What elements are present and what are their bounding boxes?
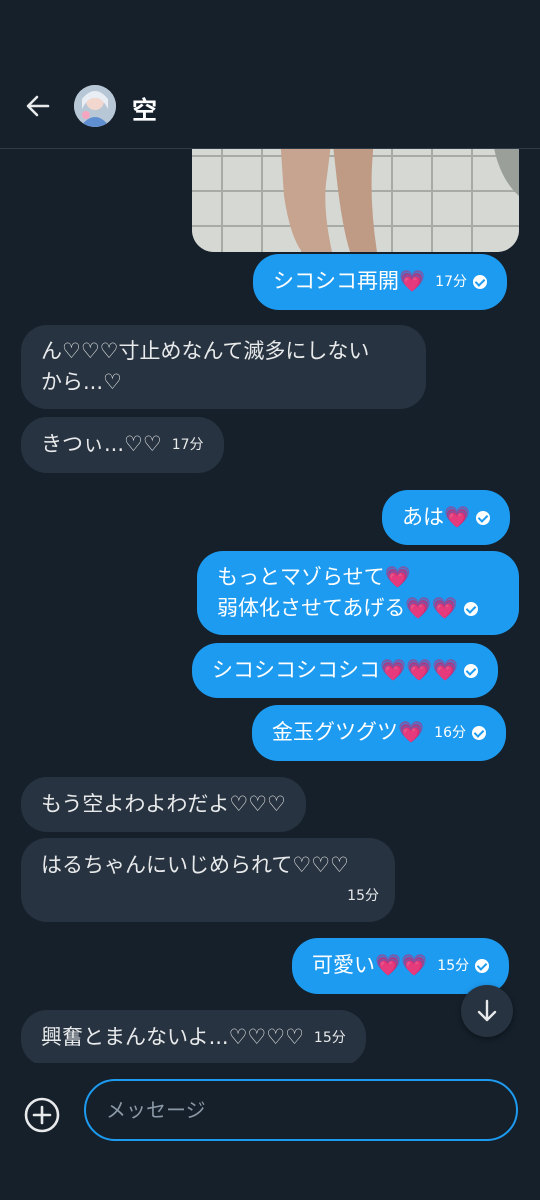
read-check-icon — [471, 726, 486, 740]
message-list[interactable]: シコシコ再開💗 17分 ん♡♡♡寸止めなんて滅多にしない から...♡ きつぃ..… — [0, 148, 540, 1063]
message-image[interactable] — [192, 148, 519, 252]
message-bubble[interactable]: あは💗 — [382, 490, 511, 545]
read-check-icon — [472, 275, 487, 289]
message-text: から...♡ — [41, 370, 122, 394]
scroll-to-bottom-button[interactable] — [461, 985, 513, 1037]
message-time: 17分 — [171, 436, 204, 453]
message-time: 15分 — [313, 1029, 346, 1046]
heart-emoji: 💗 — [399, 269, 426, 293]
message-text: シコシコシコシコ — [212, 658, 380, 682]
message-time: 17分 — [435, 273, 467, 290]
message-text: 興奮とまんないよ...♡♡♡♡ — [41, 1025, 304, 1049]
message-time: 15分 — [437, 957, 470, 974]
read-check-icon — [464, 664, 479, 678]
heart-emoji: 💗 — [444, 505, 471, 529]
message-text: あは — [402, 505, 444, 529]
message-text: 金玉グツグツ — [272, 720, 398, 744]
message-text: きつぃ...♡♡ — [41, 432, 162, 456]
photo-content — [192, 148, 519, 252]
arrow-left-icon — [26, 95, 50, 117]
message-bubble[interactable]: もっとマゾらせて💗 弱体化させてあげる💗💗 — [197, 551, 519, 635]
heart-emoji: 💗 — [384, 565, 411, 589]
message-text: もっとマゾらせて — [217, 565, 385, 589]
message-text: 可愛い — [312, 953, 375, 977]
message-time: 16分 — [434, 724, 466, 741]
message-bubble[interactable]: 興奮とまんないよ...♡♡♡♡ 15分 — [21, 1010, 366, 1063]
message-bubble[interactable]: シコシコシコシコ💗💗💗 — [192, 643, 499, 698]
read-check-icon — [475, 959, 490, 973]
message-bubble[interactable]: もう空よわよわだよ♡♡♡ — [21, 777, 306, 832]
message-bubble[interactable]: 可愛い💗💗 15分 — [292, 938, 510, 994]
read-check-icon — [476, 511, 491, 525]
conversation-title[interactable]: 空 — [132, 91, 157, 127]
message-bubble[interactable]: ん♡♡♡寸止めなんて滅多にしない から...♡ — [21, 325, 426, 409]
avatar[interactable] — [74, 85, 116, 127]
message-bubble[interactable]: はるちゃんにいじめられて♡♡♡ 15分 — [21, 838, 395, 922]
chat-header: 空 — [0, 0, 540, 149]
message-bubble[interactable]: きつぃ...♡♡ 17分 — [21, 417, 224, 473]
read-check-icon — [463, 602, 478, 616]
add-media-button[interactable] — [24, 1097, 60, 1133]
back-button[interactable] — [22, 90, 54, 122]
arrow-down-icon — [477, 999, 497, 1022]
avatar-image — [74, 85, 116, 127]
heart-emoji: 💗💗 — [375, 953, 428, 977]
heart-emoji: 💗💗 — [405, 596, 458, 620]
heart-emoji: 💗 — [398, 720, 425, 744]
message-bubble[interactable]: 金玉グツグツ💗 16分 — [252, 705, 506, 761]
message-composer — [0, 1063, 540, 1200]
message-text: ん♡♡♡寸止めなんて滅多にしない — [41, 339, 370, 363]
message-text: シコシコ再開 — [273, 269, 399, 293]
message-bubble[interactable]: シコシコ再開💗 17分 — [253, 254, 507, 310]
message-time: 15分 — [347, 888, 379, 904]
message-text: はるちゃんにいじめられて♡♡♡ — [41, 853, 349, 877]
message-input[interactable] — [84, 1079, 518, 1141]
plus-circle-icon — [24, 1097, 60, 1133]
message-text: 弱体化させてあげる — [217, 596, 406, 620]
heart-emoji: 💗💗💗 — [380, 658, 459, 682]
message-text: もう空よわよわだよ♡♡♡ — [41, 792, 286, 816]
